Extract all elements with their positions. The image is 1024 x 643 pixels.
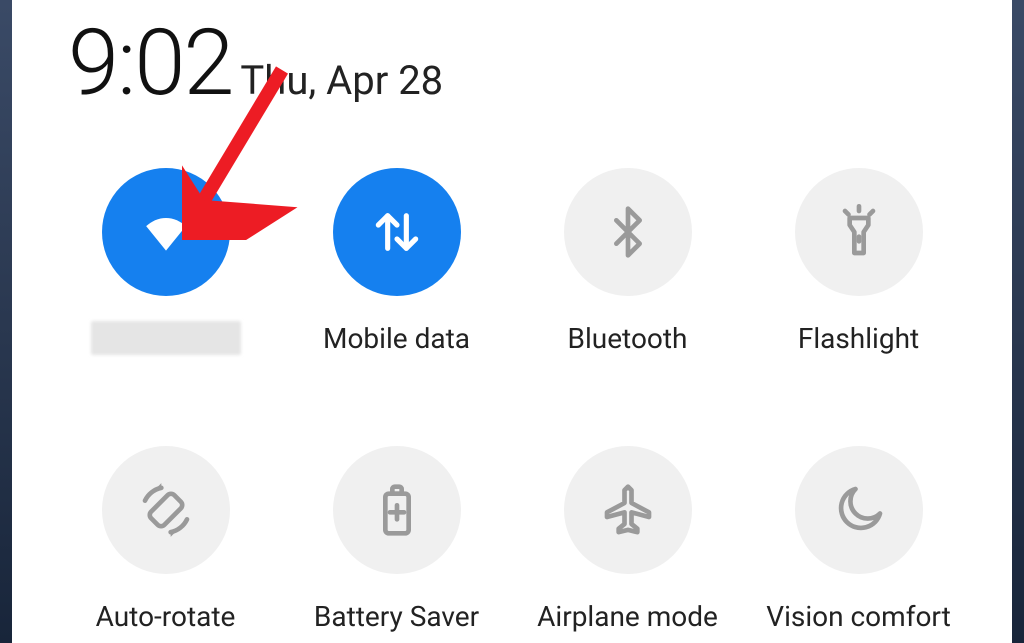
tile-wifi-circle	[102, 168, 230, 296]
moon-icon	[831, 482, 887, 538]
tile-airplane-mode[interactable]: Airplane mode	[512, 446, 743, 634]
airplane-icon	[600, 482, 656, 538]
tile-auto-rotate-circle	[102, 446, 230, 574]
tile-auto-rotate[interactable]: Auto-rotate	[50, 446, 281, 634]
tile-mobile-data-label: Mobile data	[323, 320, 470, 356]
tile-airplane-mode-circle	[564, 446, 692, 574]
tile-mobile-data-circle	[333, 168, 461, 296]
tile-mobile-data[interactable]: Mobile data	[281, 168, 512, 356]
tile-vision-comfort[interactable]: Vision comfort	[743, 446, 974, 634]
tile-flashlight[interactable]: Flashlight	[743, 168, 974, 356]
tile-bluetooth-circle	[564, 168, 692, 296]
mobile-data-icon	[369, 204, 425, 260]
tile-battery-saver-label: Battery Saver	[314, 598, 479, 634]
tile-battery-saver[interactable]: Battery Saver	[281, 446, 512, 634]
auto-rotate-icon	[138, 482, 194, 538]
clock-time: 9:02	[68, 18, 232, 110]
tile-wifi-label	[91, 320, 241, 356]
redacted-label	[91, 321, 241, 355]
bluetooth-icon	[600, 204, 656, 260]
tile-vision-comfort-circle	[795, 446, 923, 574]
tile-flashlight-label: Flashlight	[798, 320, 919, 356]
wifi-icon	[138, 204, 194, 260]
tile-bluetooth-label: Bluetooth	[568, 320, 688, 356]
tile-airplane-mode-label: Airplane mode	[537, 598, 718, 634]
tile-bluetooth[interactable]: Bluetooth	[512, 168, 743, 356]
flashlight-icon	[831, 204, 887, 260]
clock-date: Thu, Apr 28	[240, 57, 443, 104]
quick-settings-panel: 9:02 Thu, Apr 28	[12, 0, 1012, 643]
status-header: 9:02 Thu, Apr 28	[68, 18, 984, 110]
tile-auto-rotate-label: Auto-rotate	[96, 598, 236, 634]
quick-settings-grid: Mobile data Bluetooth Flas	[40, 168, 984, 634]
tile-flashlight-circle	[795, 168, 923, 296]
battery-saver-icon	[369, 482, 425, 538]
tile-wifi[interactable]	[50, 168, 281, 356]
tile-vision-comfort-label: Vision comfort	[766, 598, 951, 634]
tile-battery-saver-circle	[333, 446, 461, 574]
